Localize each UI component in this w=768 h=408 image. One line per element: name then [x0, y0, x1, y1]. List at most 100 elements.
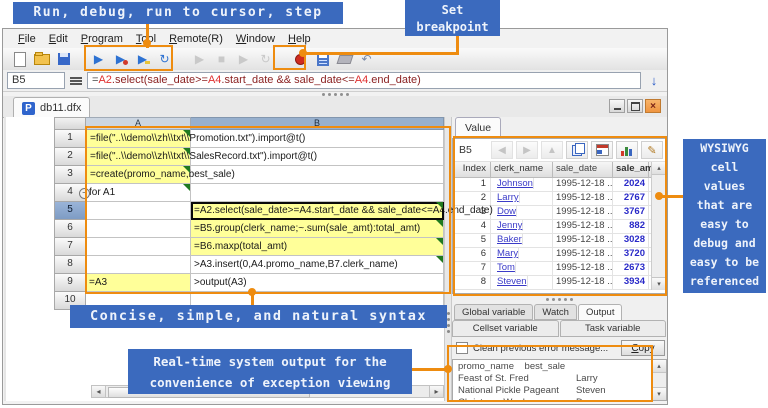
clean-error-checkbox[interactable] [456, 342, 468, 354]
row-header-9[interactable]: 9 [54, 274, 86, 292]
value-col-sale_amt[interactable]: sale_amt [613, 162, 649, 177]
row-header-2[interactable]: 2 [54, 148, 86, 166]
cell-A4[interactable]: for A1 [86, 184, 191, 202]
expand-formula-icon[interactable]: ↓ [645, 73, 663, 88]
chart-icon[interactable] [616, 141, 638, 159]
restore-icon[interactable] [627, 99, 643, 113]
grid-corner-cell[interactable] [54, 117, 86, 130]
tab-task-variable[interactable]: Task variable [560, 320, 667, 337]
formula-input[interactable]: =A2.select(sale_date>=A4.start_date && s… [87, 72, 641, 89]
scroll-right-icon[interactable]: ▸ [429, 386, 443, 397]
grid-row: 7 =B6.maxp(total_amt) [54, 238, 444, 256]
menu-item-window[interactable]: Window [231, 32, 280, 46]
menu-item-help[interactable]: Help [283, 32, 316, 46]
form-view-icon[interactable] [591, 141, 613, 159]
expression-toggle-icon[interactable] [69, 75, 83, 87]
panel-splitter-handle[interactable] [447, 312, 450, 333]
minimize-icon[interactable] [609, 99, 625, 113]
cell-B6[interactable]: =B5.group(clerk_name;~.sum(sale_amt):tot… [191, 220, 444, 238]
cell-A1[interactable] [86, 130, 191, 148]
value-cell[interactable]: Johnson [491, 178, 553, 191]
close-icon[interactable]: × [645, 99, 661, 113]
tab-value[interactable]: Value [455, 117, 501, 139]
cell-B3[interactable] [191, 166, 444, 184]
run-icon[interactable]: ▶ [90, 51, 107, 67]
scroll-up-icon[interactable]: ▴ [652, 360, 666, 373]
cell-reference-box[interactable]: B5 [7, 72, 65, 89]
step-icon[interactable]: ↻ [156, 51, 173, 67]
cell-A5[interactable] [86, 202, 191, 220]
menu-item-program[interactable]: Program [76, 32, 128, 46]
cell-B7[interactable]: =B6.maxp(total_amt) [191, 238, 444, 256]
row-header-1[interactable]: 1 [54, 130, 86, 148]
cell-A7[interactable] [86, 238, 191, 256]
scroll-up-icon[interactable]: ▴ [652, 162, 666, 175]
value-cell: 1995-12-18 .. [553, 234, 613, 247]
collapse-toggle-icon[interactable]: − [79, 188, 90, 199]
value-cell[interactable]: Dow [491, 206, 553, 219]
cell-A2[interactable] [86, 148, 191, 166]
value-cell[interactable]: Tom [491, 262, 553, 275]
panel-splitter[interactable] [444, 117, 452, 401]
scroll-down-icon[interactable]: ▾ [652, 277, 666, 290]
record-link[interactable]: Baker [494, 234, 523, 245]
cell-B1[interactable] [191, 130, 444, 148]
scroll-left-icon[interactable]: ◂ [92, 386, 106, 397]
cell-A8[interactable] [86, 256, 191, 274]
tab-global-variable[interactable]: Global variable [454, 304, 533, 320]
debug-icon[interactable]: ▶ [112, 51, 129, 67]
save-icon[interactable] [55, 51, 72, 67]
record-link[interactable]: Steven [494, 276, 528, 287]
menu-item-edit[interactable]: Edit [44, 32, 73, 46]
cell-B5[interactable]: =A2.select(sale_date>=A4.start_date && s… [191, 202, 444, 220]
cell-A3[interactable] [86, 166, 191, 184]
cell-B2[interactable] [191, 148, 444, 166]
output-text[interactable]: promo_name best_sale Feast of St. FredLa… [453, 360, 651, 400]
value-cell[interactable]: Jenny [491, 220, 553, 233]
value-cell[interactable]: Baker [491, 234, 553, 247]
value-table-scrollbar[interactable]: ▴ ▾ [651, 162, 666, 290]
row-header-7[interactable]: 7 [54, 238, 86, 256]
copy-value-icon[interactable] [566, 141, 588, 159]
menu-item-remoter[interactable]: Remote(R) [164, 32, 228, 46]
record-link[interactable]: Larry [494, 192, 520, 203]
row-header-4[interactable]: 4− [54, 184, 86, 202]
value-col-sale_date[interactable]: sale_date [553, 162, 613, 177]
row-header-5[interactable]: 5 [54, 202, 86, 220]
output-scrollbar[interactable]: ▴ ▾ [651, 360, 666, 400]
record-link[interactable]: Johnson [494, 178, 534, 189]
mdi-window-buttons: × [609, 99, 661, 113]
run-to-cursor-icon[interactable]: ▶ [134, 51, 151, 67]
new-file-icon[interactable] [11, 51, 28, 67]
record-link[interactable]: Tom [494, 262, 516, 273]
column-header-b[interactable]: B [191, 117, 444, 130]
edit-pencil-icon[interactable]: ✎ [641, 141, 663, 159]
record-link[interactable]: Dow [494, 206, 517, 217]
value-cell-ref: B5 [459, 144, 472, 156]
tab-watch[interactable]: Watch [534, 304, 577, 320]
value-splitter-handle[interactable] [452, 298, 667, 301]
cell-A9[interactable]: =A3 [86, 274, 191, 292]
cell-B4[interactable] [191, 184, 444, 202]
record-link[interactable]: Mary [494, 248, 519, 259]
row-header-3[interactable]: 3 [54, 166, 86, 184]
row-header-8[interactable]: 8 [54, 256, 86, 274]
value-col-clerk_name[interactable]: clerk_name [491, 162, 553, 177]
value-cell[interactable]: Mary [491, 248, 553, 261]
scroll-down-icon[interactable]: ▾ [652, 387, 666, 400]
value-cell[interactable]: Larry [491, 192, 553, 205]
value-cell[interactable]: Steven [491, 276, 553, 289]
tab-output[interactable]: Output [578, 304, 623, 321]
cell-A6[interactable] [86, 220, 191, 238]
tab-db11-dfx[interactable]: P db11.dfx [13, 97, 90, 118]
record-link[interactable]: Jenny [494, 220, 523, 231]
menu-item-file[interactable]: File [13, 32, 41, 46]
row-header-6[interactable]: 6 [54, 220, 86, 238]
tab-cellset-variable[interactable]: Cellset variable [452, 320, 559, 337]
open-file-icon[interactable] [33, 51, 50, 67]
copy-button[interactable]: Copy [621, 340, 665, 356]
cell-B8[interactable]: >A3.insert(0,A4.promo_name,B7.clerk_name… [191, 256, 444, 274]
column-header-a[interactable]: A [86, 117, 191, 130]
value-col-Index[interactable]: Index [453, 162, 491, 177]
cell-B9[interactable]: >output(A3) [191, 274, 444, 292]
